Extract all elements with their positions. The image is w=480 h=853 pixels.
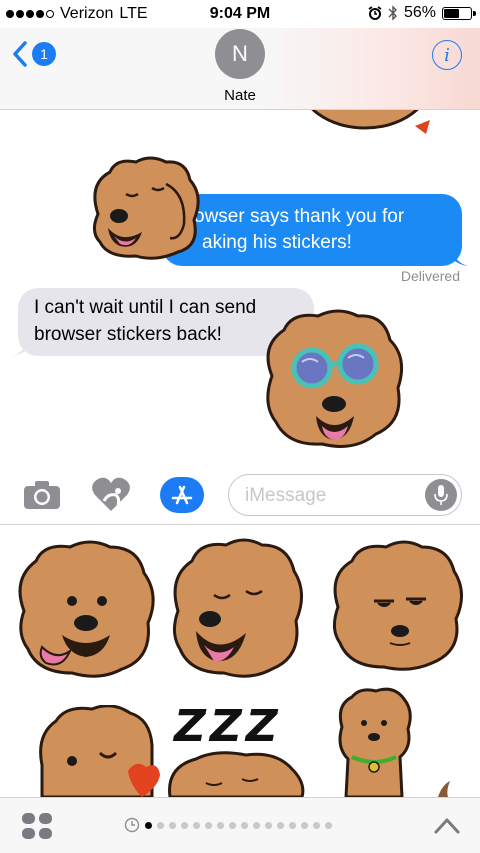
chevron-up-icon[interactable] (432, 814, 462, 836)
sticker-dog-sleepy[interactable] (86, 154, 206, 262)
page-dot[interactable] (217, 821, 224, 829)
page-dot[interactable] (193, 821, 200, 829)
message-list: owser says thank you for aking his stick… (0, 110, 480, 465)
microphone-icon (434, 485, 448, 505)
avatar[interactable]: N (215, 29, 265, 79)
dictation-button[interactable] (425, 479, 457, 511)
conversation-header: 1 N Nate i (0, 28, 480, 110)
status-right: 56% (368, 4, 476, 22)
zzz-text: ZZZ (174, 701, 282, 752)
sticker-dog-collar[interactable] (334, 687, 414, 797)
page-dot[interactable] (325, 821, 332, 829)
digital-touch-icon[interactable] (90, 475, 132, 515)
alarm-icon (368, 6, 382, 20)
camera-icon[interactable] (22, 479, 62, 511)
app-store-button[interactable] (160, 477, 204, 513)
contact-header[interactable]: N Nate (0, 28, 480, 104)
sticker-dog-smiling[interactable] (166, 537, 306, 679)
battery-icon (442, 6, 476, 20)
contact-name[interactable]: Nate (224, 87, 256, 104)
page-dot[interactable] (241, 821, 248, 829)
app-store-icon (171, 485, 193, 505)
bubble-tail-icon (12, 338, 28, 356)
page-dot[interactable] (301, 821, 308, 829)
status-bar: Verizon LTE 9:04 PM 56% (0, 0, 480, 28)
delivered-status: Delivered (400, 268, 460, 284)
page-dot[interactable] (205, 821, 212, 829)
sticker-drawer: ZZZ (0, 525, 480, 797)
message-input[interactable]: iMessage (228, 474, 462, 516)
battery-percent: 56% (403, 4, 436, 21)
page-dot[interactable] (265, 821, 272, 829)
drawer-bottom-bar (0, 797, 480, 853)
app-drawer-grid-icon[interactable] (20, 811, 54, 841)
info-button[interactable]: i (432, 40, 462, 70)
outgoing-message-line2: aking his stickers! (202, 232, 352, 253)
outgoing-message-line1: owser says thank you for (194, 206, 405, 227)
messages-screen: Verizon LTE 9:04 PM 56% 1 N Nate i owser… (0, 0, 480, 853)
sticker-partial-tail[interactable] (436, 781, 452, 797)
page-dot[interactable] (289, 821, 296, 829)
page-dot[interactable] (229, 821, 236, 829)
page-dot[interactable] (277, 821, 284, 829)
sticker-dog-winking[interactable] (36, 705, 162, 797)
sticker-dog-happy[interactable] (12, 539, 158, 679)
sticker-dog-partial[interactable] (290, 110, 440, 138)
page-dot[interactable] (157, 821, 164, 829)
recents-clock-icon[interactable] (124, 817, 140, 833)
sticker-dog-sleeping-zzz[interactable]: ZZZ (166, 701, 306, 797)
page-dot[interactable] (181, 821, 188, 829)
bubble-tail-icon (452, 248, 468, 266)
sleeping-dog-icon (168, 751, 305, 797)
page-dot[interactable] (145, 821, 152, 829)
message-placeholder: iMessage (245, 485, 327, 506)
bluetooth-icon (388, 5, 397, 21)
outgoing-message-bubble[interactable]: owser says thank you for aking his stick… (162, 194, 468, 266)
page-dot[interactable] (253, 821, 260, 829)
sticker-dog-sunglasses[interactable] (258, 306, 410, 456)
compose-bar: iMessage (0, 465, 480, 525)
page-dot[interactable] (169, 821, 176, 829)
page-dot[interactable] (313, 821, 320, 829)
sticker-dog-unimpressed[interactable] (326, 539, 466, 671)
page-indicator[interactable] (124, 817, 332, 833)
